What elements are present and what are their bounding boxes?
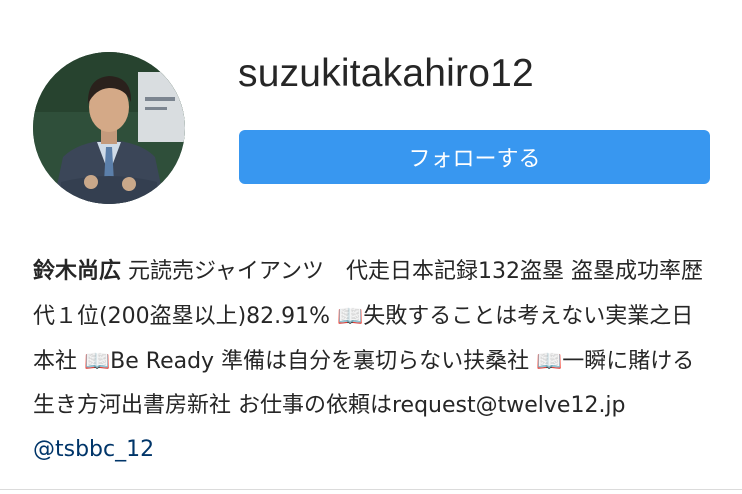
book-icon: 📖 [536,349,563,373]
bio-text: Be Ready 準備は自分を裏切らない扶桑社 [110,349,537,374]
avatar-photo [33,52,185,204]
profile-avatar[interactable] [33,52,185,204]
profile-bio: 鈴木尚広 元読売ジャイアンツ 代走日本記録132盗塁 盗塁成功率歴代１位(200… [33,250,713,472]
divider [0,489,742,490]
mention-link[interactable]: @tsbbc_12 [33,437,154,462]
book-icon: 📖 [84,349,111,373]
profile-username: suzukitakahiro12 [238,52,534,95]
bio-name: 鈴木尚広 [33,259,122,284]
follow-button[interactable]: フォローする [239,130,710,184]
book-icon: 📖 [337,304,364,328]
